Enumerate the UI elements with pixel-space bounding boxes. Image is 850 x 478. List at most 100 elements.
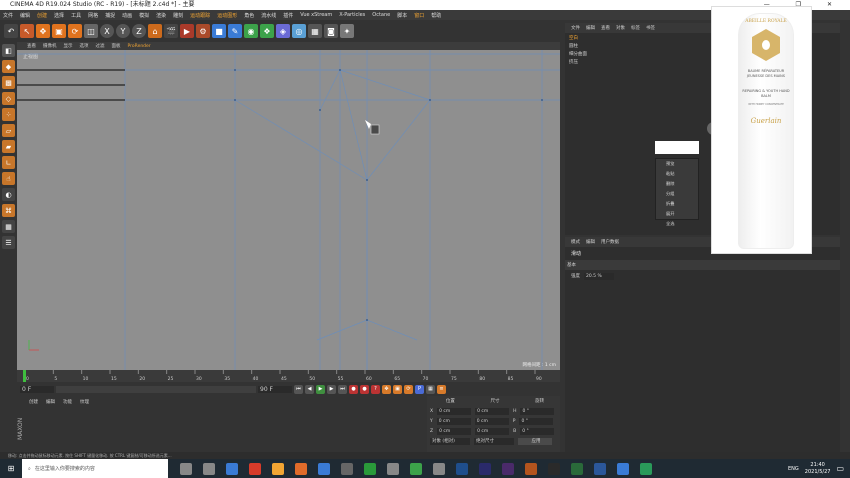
material-tab[interactable]: 创建 — [29, 399, 38, 405]
cube-icon[interactable]: ■ — [212, 24, 226, 38]
premiere-icon[interactable] — [479, 462, 491, 475]
render-settings-icon[interactable]: ⚙ — [196, 24, 210, 38]
photoshop-icon[interactable] — [456, 462, 468, 475]
material-tab[interactable]: 功能 — [63, 399, 72, 405]
rotation-field[interactable]: 0 ° — [519, 417, 554, 425]
viewport-menu-item[interactable]: 面板 — [112, 43, 121, 49]
workplane-icon[interactable]: ◇ — [2, 92, 15, 105]
menu-item[interactable]: 动画 — [122, 12, 132, 19]
object-manager-tab[interactable]: 标签 — [631, 25, 640, 31]
menu-item[interactable]: 流水线 — [261, 12, 276, 19]
scale-key-icon[interactable]: ▣ — [393, 384, 402, 394]
move-key-icon[interactable]: ✥ — [382, 384, 391, 394]
menu-item[interactable]: 运动跟踪 — [190, 12, 210, 19]
select-icon[interactable]: ◫ — [84, 24, 98, 38]
undo-icon[interactable]: ↶ — [4, 24, 18, 38]
rotate-icon[interactable]: ⟳ — [68, 24, 82, 38]
workplane-grid-icon[interactable]: ▦ — [2, 220, 15, 233]
go-start-icon[interactable]: ⏮ — [294, 384, 303, 394]
attribute-tab[interactable]: 用户数据 — [601, 239, 619, 245]
make-editable-icon[interactable]: ◧ — [2, 44, 15, 57]
language-indicator[interactable]: ENG — [788, 466, 799, 472]
playhead[interactable] — [23, 370, 26, 382]
pla-key-icon[interactable]: ▦ — [426, 384, 435, 394]
folder-icon[interactable] — [272, 462, 284, 475]
keyframe-icon[interactable]: ? — [371, 384, 380, 394]
object-manager-tab[interactable]: 编辑 — [586, 25, 595, 31]
app-icon[interactable] — [387, 462, 399, 475]
material-tab[interactable]: 纹理 — [80, 399, 89, 405]
notification-icon[interactable]: ▭ — [836, 464, 844, 473]
windows-start-icon[interactable]: ⊞ — [0, 459, 22, 478]
pen-icon[interactable]: ✎ — [228, 24, 242, 38]
task-view-icon[interactable] — [180, 462, 192, 475]
green-app-icon[interactable] — [410, 462, 422, 475]
object-manager-tab[interactable]: 文件 — [571, 25, 580, 31]
field-icon[interactable]: ◎ — [292, 24, 306, 38]
edge-icon[interactable] — [226, 462, 238, 475]
viewport-menu-item[interactable]: 摄像机 — [43, 43, 57, 49]
autokey-icon[interactable]: ● — [360, 384, 369, 394]
texture-mode-icon[interactable]: ▩ — [2, 76, 15, 89]
c4d-icon[interactable] — [341, 462, 353, 475]
chrome-icon[interactable] — [295, 462, 307, 475]
context-menu-item[interactable]: 展开 — [656, 209, 698, 219]
record-icon[interactable]: ● — [349, 384, 358, 394]
timeline[interactable]: 0 5 10 15 20 25 30 35 40 45 50 55 60 65 70 75 80 85 90 — [17, 370, 560, 382]
attribute-tab[interactable]: 编辑 — [586, 239, 595, 245]
y-axis-icon[interactable]: Y — [116, 24, 130, 38]
object-manager-tab[interactable]: 书签 — [646, 25, 655, 31]
word-icon[interactable] — [594, 462, 606, 475]
menu-item[interactable]: 模拟 — [139, 12, 149, 19]
coord-mode-select[interactable]: 对象 (相对) — [430, 437, 470, 445]
polygons-mode-icon[interactable]: ▰ — [2, 140, 15, 153]
points-mode-icon[interactable]: ⁘ — [2, 108, 15, 121]
strength-field[interactable]: 20.5 % — [584, 273, 614, 280]
rotation-field[interactable]: 0 ° — [520, 407, 555, 415]
viewport-menu-item[interactable]: 选项 — [80, 43, 89, 49]
edges-mode-icon[interactable]: ▱ — [2, 124, 15, 137]
menu-item[interactable]: 网格 — [88, 12, 98, 19]
viewport-menu-item[interactable]: 过滤 — [96, 43, 105, 49]
tweak-icon[interactable]: ☝ — [2, 172, 15, 185]
context-menu-item[interactable]: 全选 — [656, 219, 698, 229]
menu-item[interactable]: 创建 — [37, 12, 47, 19]
mail-icon[interactable] — [318, 462, 330, 475]
pointer-icon[interactable]: ↖ — [20, 24, 34, 38]
network-icon[interactable] — [617, 462, 629, 475]
material-tab[interactable]: 编辑 — [46, 399, 55, 405]
menu-item[interactable]: 角色 — [244, 12, 254, 19]
menu-item[interactable]: 运动图形 — [217, 12, 237, 19]
size-field[interactable]: 0 cm — [475, 407, 510, 415]
excel-icon[interactable] — [571, 462, 583, 475]
menu-item[interactable]: 帮助 — [431, 12, 441, 19]
rotation-field[interactable]: 0 ° — [520, 427, 555, 435]
position-field[interactable]: 0 cm — [436, 417, 471, 425]
menu-item[interactable]: 捕捉 — [105, 12, 115, 19]
z-axis-icon[interactable]: Z — [132, 24, 146, 38]
viewport-menu-item[interactable]: 查看 — [27, 43, 36, 49]
apply-button[interactable]: 应用 — [518, 437, 552, 445]
end-frame-field[interactable]: 90 F — [258, 385, 292, 393]
popup-input[interactable] — [655, 141, 699, 154]
taskbar-search[interactable]: ⌕ 在这里输入你要搜索的内容 — [22, 459, 168, 478]
next-key-icon[interactable]: ▶ — [327, 384, 336, 394]
size-field[interactable]: 0 cm — [474, 417, 509, 425]
timeline-ruler[interactable]: 0 5 10 15 20 25 30 35 40 45 50 55 60 65 70 75 80 85 90 — [17, 370, 560, 382]
menu-item[interactable]: Vue xStream — [300, 12, 332, 18]
param-key-icon[interactable]: P — [415, 384, 424, 394]
start-frame-field[interactable]: 0 F — [20, 385, 54, 393]
position-field[interactable]: 0 cm — [437, 427, 472, 435]
lock-icon[interactable]: ⌘ — [2, 204, 15, 217]
x-axis-icon[interactable]: X — [100, 24, 114, 38]
menu-item[interactable]: 雕刻 — [173, 12, 183, 19]
context-menu-item[interactable]: 预览 — [656, 159, 698, 169]
layers-icon[interactable]: ☰ — [2, 236, 15, 249]
menu-item[interactable]: 工具 — [71, 12, 81, 19]
menu-item[interactable]: X-Particles — [339, 12, 365, 18]
aftereffects-icon[interactable] — [502, 462, 514, 475]
timeline-window-icon[interactable]: ≡ — [437, 384, 446, 394]
model-mode-icon[interactable]: ◆ — [2, 60, 15, 73]
context-menu-item[interactable]: 折叠 — [656, 199, 698, 209]
multitask-icon[interactable] — [203, 462, 215, 475]
